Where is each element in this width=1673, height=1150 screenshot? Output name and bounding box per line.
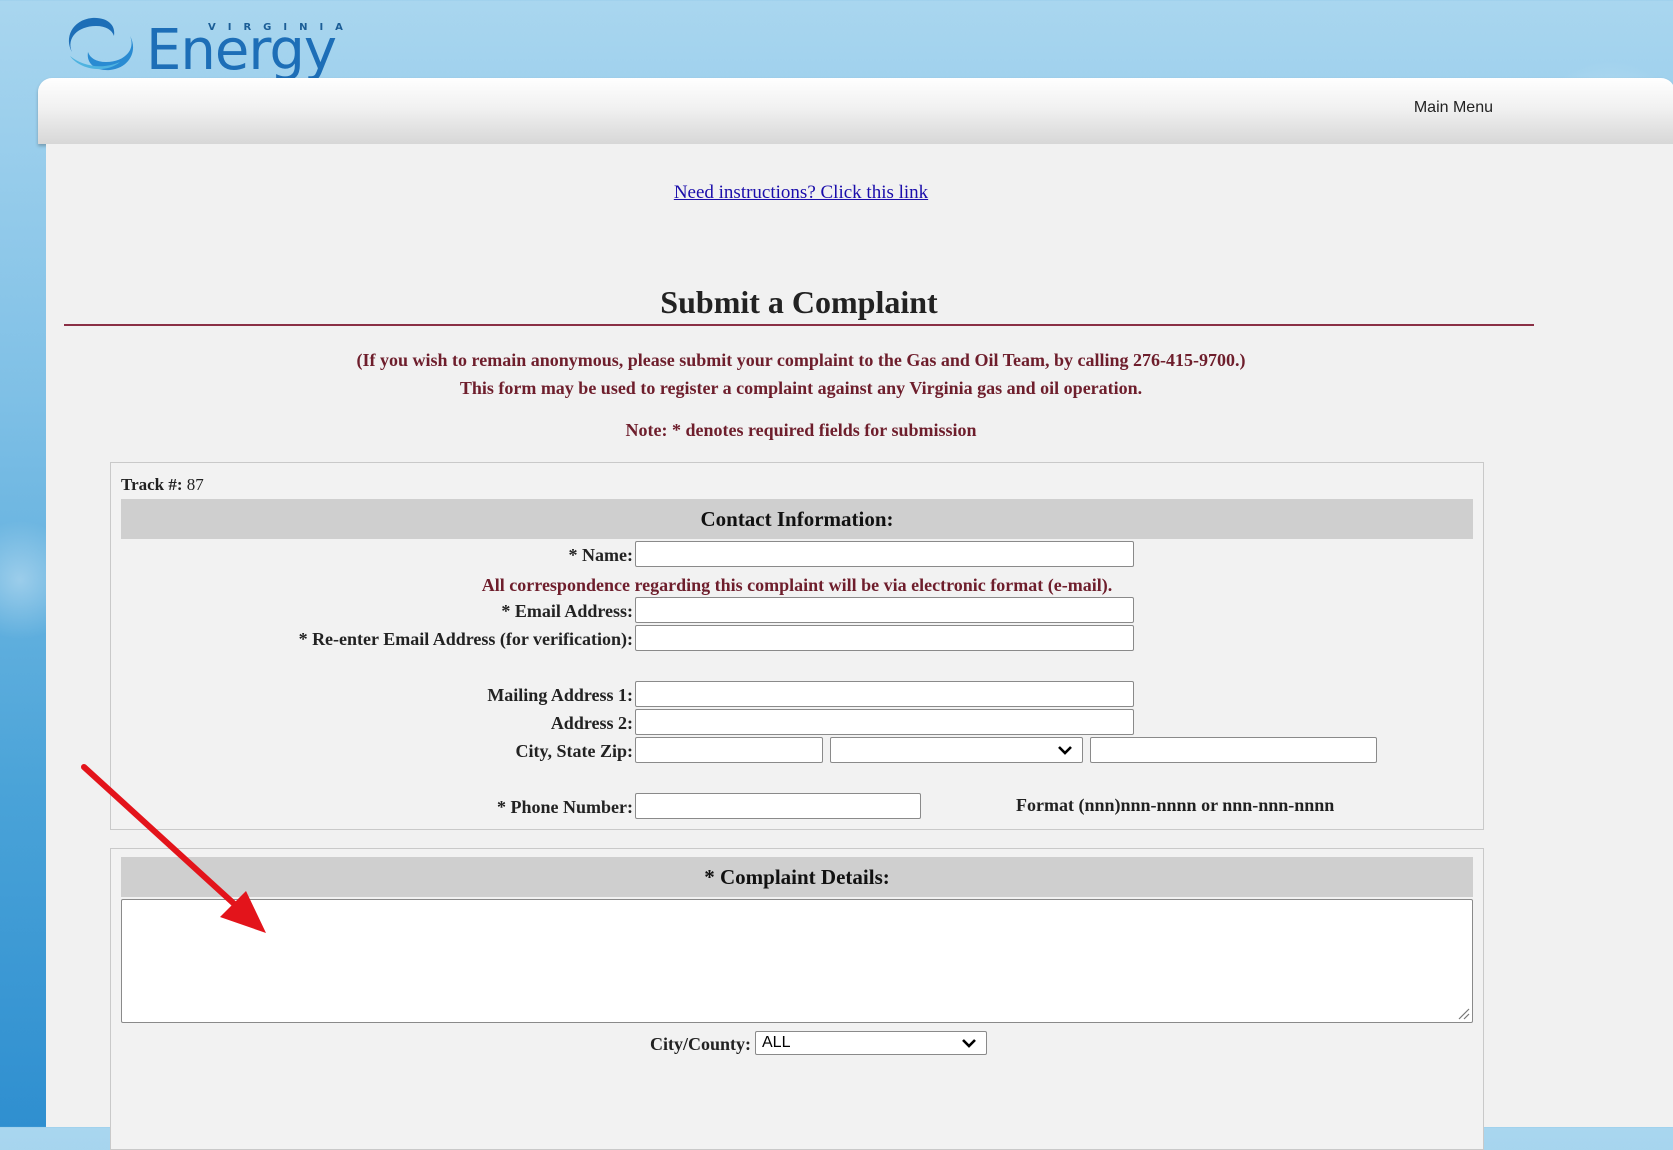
email-label: * Email Address: — [501, 601, 633, 621]
city-county-selected-value: ALL — [762, 1034, 791, 1051]
mailing-address-1-input[interactable] — [635, 681, 1134, 707]
email-row: * Email Address: — [111, 597, 1483, 625]
instructions-link[interactable]: Need instructions? Click this link — [674, 182, 928, 203]
contact-information-header: Contact Information: — [121, 499, 1473, 539]
required-fields-note: Note: * denotes required fields for subm… — [625, 420, 977, 440]
logo-virginia-text: VIRGINIA — [208, 22, 355, 33]
chevron-down-icon — [962, 1039, 976, 1048]
name-label: * Name: — [568, 545, 633, 565]
top-nav-bar: Main Menu — [38, 78, 1673, 144]
complaint-details-header: * Complaint Details: — [121, 857, 1473, 897]
address-2-label: Address 2: — [550, 713, 633, 733]
chevron-down-icon — [1058, 746, 1072, 755]
city-state-zip-label: City, State Zip: — [515, 741, 633, 761]
page-title: Submit a Complaint — [660, 284, 938, 320]
main-menu-link[interactable]: Main Menu — [1414, 99, 1493, 117]
email-input[interactable] — [635, 597, 1134, 623]
contact-information-section: Track #: 87 Contact Information: * Name:… — [110, 462, 1484, 830]
track-label: Track #: — [121, 475, 183, 494]
phone-input[interactable] — [635, 793, 921, 819]
correspondence-note: All correspondence regarding this compla… — [481, 575, 1113, 595]
virginia-energy-logo[interactable]: VIRGINIA Energy — [62, 4, 343, 84]
title-divider — [64, 324, 1534, 326]
energy-swirl-icon — [68, 17, 134, 71]
phone-format-hint: Format (nnn)nnn-nnnn or nnn-nnn-nnnn — [1016, 795, 1335, 815]
email-confirm-label: * Re-enter Email Address (for verificati… — [298, 629, 633, 649]
city-county-select[interactable]: ALL — [755, 1031, 987, 1055]
mailing-address-1-row: Mailing Address 1: — [111, 681, 1483, 709]
complaint-details-textarea[interactable] — [121, 899, 1473, 1023]
email-confirm-input[interactable] — [635, 625, 1134, 651]
city-county-label: City/County: — [649, 1034, 751, 1054]
city-state-zip-row: City, State Zip: — [111, 737, 1483, 765]
name-input[interactable] — [635, 541, 1134, 567]
main-content-panel: Need instructions? Click this link Submi… — [46, 144, 1673, 1150]
form-purpose-text: This form may be used to register a comp… — [459, 378, 1143, 398]
instructions-link-container: Need instructions? Click this link — [46, 182, 1556, 204]
address-2-row: Address 2: — [111, 709, 1483, 737]
phone-label: * Phone Number: — [497, 797, 633, 817]
track-number: Track #: 87 — [121, 475, 204, 495]
state-select[interactable] — [830, 737, 1083, 763]
anonymous-note: (If you wish to remain anonymous, please… — [356, 350, 1246, 370]
mailing-address-1-label: Mailing Address 1: — [487, 685, 633, 705]
red-annotation-arrow-icon — [81, 764, 266, 933]
zip-input[interactable] — [1090, 737, 1377, 763]
name-row: * Name: — [111, 541, 1483, 569]
resize-grip-icon[interactable] — [1456, 1006, 1470, 1020]
email-confirm-row: * Re-enter Email Address (for verificati… — [111, 625, 1483, 653]
complaint-details-section: * Complaint Details: City/County: ALL — [110, 848, 1484, 1150]
track-value: 87 — [186, 475, 204, 494]
city-input[interactable] — [635, 737, 823, 763]
address-2-input[interactable] — [635, 709, 1134, 735]
